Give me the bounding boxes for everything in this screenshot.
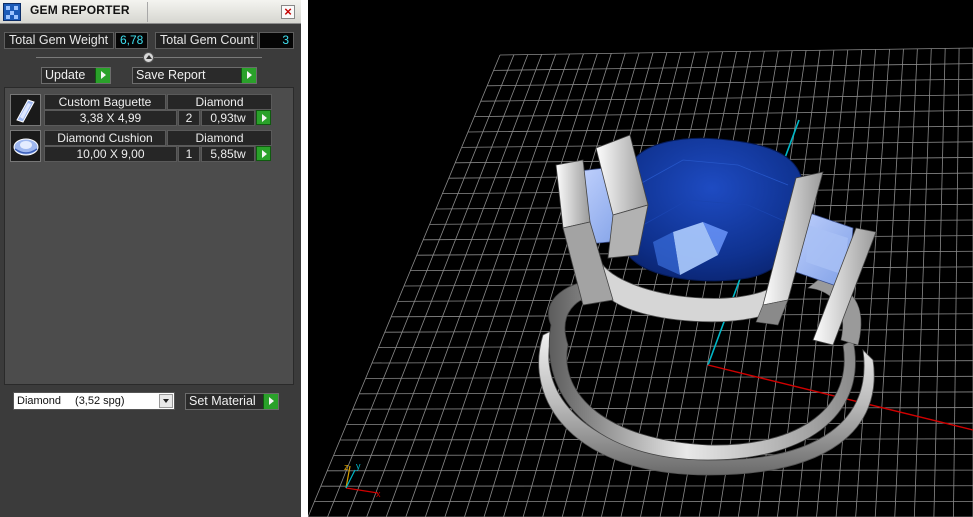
window-title: GEM REPORTER [30, 3, 130, 17]
gem-name: Custom Baguette [44, 94, 166, 110]
gem-row-diamond-cushion[interactable]: Diamond Cushion Diamond 10,00 X 9,00 1 5… [10, 130, 272, 162]
update-button[interactable]: Update [41, 67, 111, 84]
3d-viewport[interactable]: x z y [308, 0, 973, 517]
total-gem-count-label: Total Gem Count [155, 32, 258, 49]
cushion-gem-icon [10, 130, 41, 162]
set-material-button[interactable]: Set Material [185, 393, 279, 410]
gem-list: Custom Baguette Diamond 3,38 X 4,99 2 0,… [4, 87, 294, 385]
gem-quantity: 1 [178, 146, 200, 162]
close-icon[interactable]: × [281, 5, 295, 19]
material-select-value: Diamond (3,52 spg) [17, 395, 125, 407]
gem-size: 10,00 X 9,00 [44, 146, 177, 162]
material-select[interactable]: Diamond (3,52 spg) [13, 392, 175, 410]
gem-row-custom-baguette[interactable]: Custom Baguette Diamond 3,38 X 4,99 2 0,… [10, 94, 272, 126]
gem-name: Diamond Cushion [44, 130, 166, 146]
title-bar[interactable]: GEM REPORTER × [0, 0, 301, 24]
material-name: Diamond [17, 395, 62, 407]
gem-weight: 0,93tw [201, 110, 255, 126]
set-material-button-label: Set Material [189, 394, 256, 408]
select-gem-arrow-icon[interactable] [256, 110, 271, 125]
gem-reporter-app-icon [3, 3, 21, 21]
axis-triad: x z y [344, 461, 381, 499]
play-arrow-icon [241, 68, 256, 83]
select-gem-arrow-icon[interactable] [256, 146, 271, 161]
title-separator [147, 2, 148, 22]
gem-reporter-panel: GEM REPORTER × Total Gem Weight 6,78 Tot… [0, 0, 301, 517]
save-report-button-label: Save Report [136, 68, 206, 82]
total-gem-weight-value: 6,78 [115, 32, 148, 49]
baguette-gem-icon [10, 94, 41, 126]
gem-quantity: 2 [178, 110, 200, 126]
gem-material: Diamond [167, 130, 272, 146]
gem-material: Diamond [167, 94, 272, 110]
play-arrow-icon [263, 394, 278, 409]
material-spg: (3,52 spg) [75, 395, 125, 407]
panel-divider[interactable] [301, 0, 308, 517]
axis-x-label: x [376, 489, 381, 499]
gem-size: 3,38 X 4,99 [44, 110, 177, 126]
total-gem-count-value: 3 [259, 32, 294, 49]
viewport-canvas: x z y [308, 47, 973, 517]
save-report-button[interactable]: Save Report [132, 67, 257, 84]
axis-y-label: y [356, 461, 361, 471]
gem-weight: 5,85tw [201, 146, 255, 162]
collapse-knob-icon[interactable] [143, 52, 154, 63]
axis-z-label: z [344, 462, 349, 472]
update-button-label: Update [45, 68, 86, 82]
play-arrow-icon [95, 68, 110, 83]
total-gem-weight-label: Total Gem Weight [4, 32, 114, 49]
chevron-down-icon[interactable] [159, 394, 173, 408]
